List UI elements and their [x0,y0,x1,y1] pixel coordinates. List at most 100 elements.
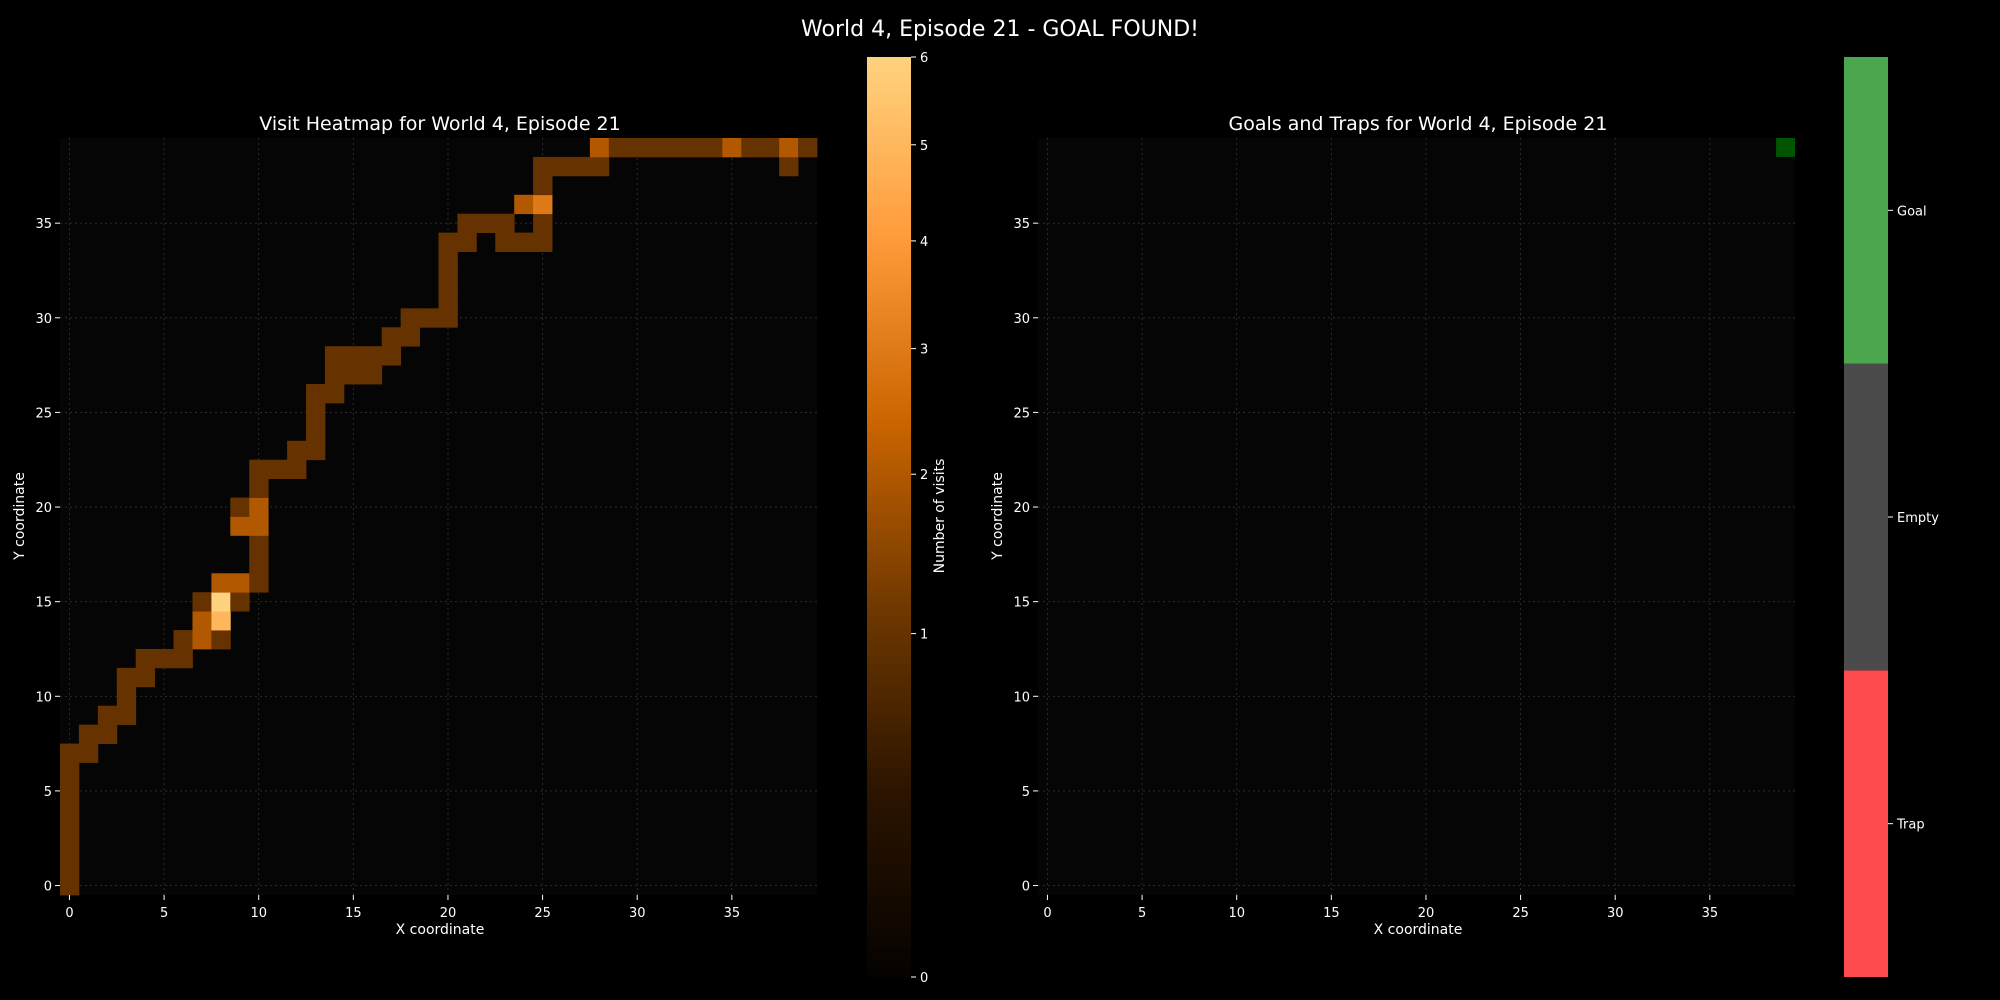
heatmap-cell [60,876,80,896]
heatmap-cell [703,138,723,158]
heatmap-cell [457,232,477,252]
colorbar-tick-label: 2 [920,468,928,483]
y-tick-label: 25 [1013,406,1030,421]
y-tick-label: 30 [1013,312,1030,327]
colorbar-label-empty: Empty [1897,511,1939,526]
heatmap-cell [230,497,250,517]
heatmap-cell [211,573,231,593]
heatmap-cell [60,781,80,801]
heatmap-cell [116,667,137,688]
heatmap-cell [533,175,553,196]
heatmap-cell [438,232,458,252]
visit-heatmap-panel: Visit Heatmap for World 4, Episode 21 0 5… [12,113,818,938]
heatmap-cell [419,308,439,328]
heatmap-cell [287,440,307,461]
heatmap-cell [457,213,477,234]
visit-heatmap-ylabel: Y coordinate [12,472,28,561]
y-tick-label: 35 [35,217,52,232]
goals-traps-plot-area [1038,138,1795,895]
heatmap-cell [476,213,496,234]
heatmap-cell [438,251,458,271]
x-tick-label: 10 [250,906,267,921]
heatmap-cell [514,232,534,252]
visit-heatmap-title: Visit Heatmap for World 4, Episode 21 [259,113,621,135]
heatmap-cell [60,800,80,820]
heatmap-cell [230,516,250,536]
heatmap-cell [60,819,80,839]
x-tick-label: 25 [1512,906,1529,921]
heatmap-cell [78,724,99,744]
x-tick-label: 5 [160,906,168,921]
colorbar-label-trap: Trap [1896,818,1925,833]
heatmap-cell [60,743,80,763]
heatmap-cell [362,365,383,385]
goals-traps-title: Goals and Traps for World 4, Episode 21 [1229,113,1608,135]
colorbar-segment-empty [1844,363,1888,671]
heatmap-cell [249,573,269,593]
x-tick-label: 25 [534,906,551,921]
heatmap-cell [230,573,250,593]
heatmap-cell [249,478,269,498]
colorbar-tick-label: 6 [920,51,928,66]
heatmap-cell [306,384,326,404]
y-tick-label: 5 [1022,785,1030,800]
heatmap-cell [60,857,80,877]
heatmap-cell [646,138,666,158]
heatmap-cell [627,138,648,158]
visit-colorbar-gradient [867,57,911,977]
heatmap-cell [570,156,591,177]
y-tick-label: 0 [1022,880,1030,895]
goals-traps-panel: Goals and Traps for World 4, Episode 21 … [990,113,1795,938]
colorbar-tick-label: 1 [920,628,928,643]
heatmap-cell [135,648,156,669]
heatmap-cell [495,232,515,252]
heatmap-cell [741,138,761,158]
y-tick-label: 15 [35,596,52,611]
heatmap-cell [60,762,80,782]
heatmap-cell [533,194,553,215]
heatmap-cell [78,743,99,763]
heatmap-cell [722,138,742,158]
y-tick-label: 10 [35,690,52,705]
heatmap-cell [684,138,704,158]
colorbar-tick-label: 5 [920,139,928,154]
x-tick-label: 20 [1418,906,1435,921]
visit-colorbar-label: Number of visits [932,459,948,574]
colorbar-tick-label: 4 [920,235,928,250]
goals-traps-ylabel: Y coordinate [990,472,1006,561]
heatmap-cell [249,459,269,480]
goal-cell [1776,138,1795,157]
heatmap-cell [362,346,383,366]
heatmap-cell [343,346,364,366]
heatmap-cell [779,156,799,177]
heatmap-cell [211,630,231,650]
x-tick-label: 35 [1702,906,1719,921]
colorbar-segment-goal [1844,57,1888,364]
heatmap-cell [249,535,269,555]
x-tick-label: 5 [1138,906,1146,921]
heatmap-cell [589,138,610,158]
heatmap-cell [211,592,231,612]
heatmap-cell [495,213,515,234]
colorbar-tick-label: 0 [920,971,928,986]
x-tick-label: 0 [1043,906,1051,921]
colorbar-segment-trap [1844,670,1888,977]
x-tick-label: 0 [65,906,73,921]
heatmap-cell [116,686,137,707]
heatmap-cell [192,611,212,631]
figure-canvas: World 4, Episode 21 - GOAL FOUND! Visit … [0,0,2000,1000]
y-tick-label: 15 [1013,596,1030,611]
heatmap-cell [287,459,307,480]
heatmap-cell [324,346,345,366]
x-tick-label: 15 [345,906,362,921]
heatmap-cell [211,611,231,631]
heatmap-cell [306,440,326,461]
heatmap-cell [154,648,174,669]
heatmap-cell [324,365,345,385]
heatmap-cell [438,270,458,290]
heatmap-cell [249,554,269,574]
heatmap-cell [60,838,80,858]
heatmap-cell [665,138,685,158]
heatmap-cell [116,705,137,726]
goals-traps-xlabel: X coordinate [1374,922,1463,938]
